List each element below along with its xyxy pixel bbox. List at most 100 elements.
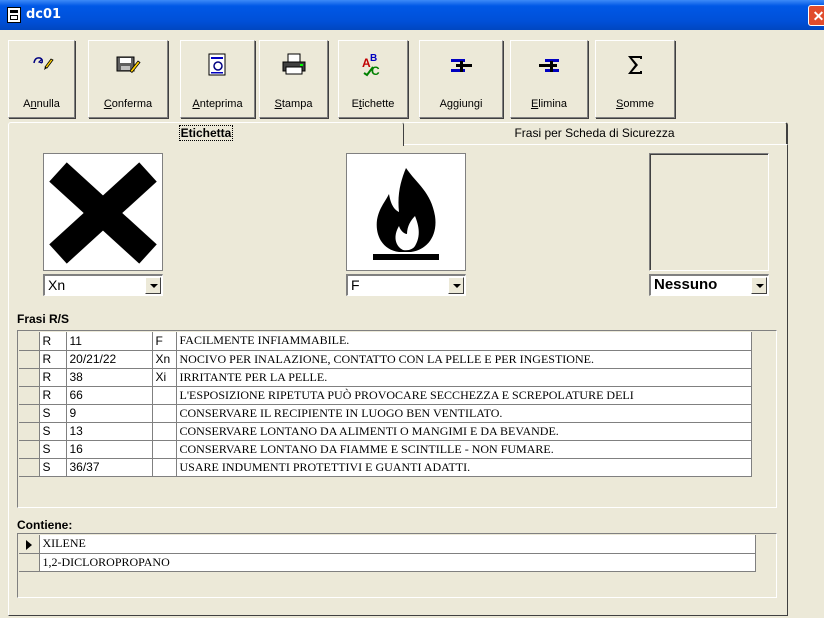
elimina-label: Elimina <box>530 98 568 110</box>
symbol-select-1-value: Xn <box>48 277 66 293</box>
phrase-type-cell[interactable]: S <box>39 404 67 423</box>
close-button[interactable]: ✕ <box>808 5 824 26</box>
phrase-number-cell[interactable]: 11 <box>66 332 153 351</box>
phrase-symbol-cell[interactable] <box>152 404 177 423</box>
frasi-rs-label: Frasi R/S <box>17 312 70 326</box>
svg-text:B: B <box>370 53 377 64</box>
undo-icon <box>32 57 54 70</box>
table-row[interactable]: S 16 CONSERVARE LONTANO DA FIAMME E SCINTI… <box>19 440 752 459</box>
table-row[interactable]: S 13 CONSERVARE LONTANO DA ALIMENTI O MANG… <box>19 422 752 441</box>
symbol-image-3 <box>649 153 769 271</box>
phrase-symbol-cell[interactable] <box>152 458 177 477</box>
harmful-x-icon <box>49 162 157 264</box>
etichette-label: Etichette <box>351 98 395 110</box>
anteprima-label: Anteprima <box>192 98 243 110</box>
phrase-number-cell[interactable]: 16 <box>66 440 153 459</box>
add-icon <box>451 59 472 72</box>
chevron-down-icon[interactable] <box>448 277 464 294</box>
row-selector[interactable] <box>19 422 40 441</box>
row-selector[interactable] <box>19 350 40 369</box>
phrase-number-cell[interactable]: 9 <box>66 404 153 423</box>
substance-name-cell[interactable]: 1,2-DICLOROPROPANO <box>39 553 756 572</box>
conferma-button[interactable]: Conferma <box>88 40 168 118</box>
tab-etichetta[interactable]: Etichetta <box>8 122 404 146</box>
phrase-type-cell[interactable]: R <box>39 386 67 405</box>
phrase-type-cell[interactable]: S <box>39 458 67 477</box>
phrase-symbol-cell[interactable] <box>152 440 177 459</box>
phrase-symbol-cell[interactable] <box>152 422 177 441</box>
symbol-select-1[interactable]: Xn <box>43 274 163 296</box>
phrase-text-cell[interactable]: CONSERVARE IL RECIPIENTE IN LUOGO BEN VE… <box>176 404 752 423</box>
table-row[interactable]: R 38 Xi IRRITANTE PER LA PELLE. <box>19 368 752 387</box>
phrase-type-cell[interactable]: S <box>39 422 67 441</box>
anteprima-button[interactable]: Anteprima <box>180 40 255 118</box>
row-selector[interactable] <box>19 404 40 423</box>
row-selector[interactable] <box>19 386 40 405</box>
phrases-table: R 11 F FACILMENTE INFIAMMABILE. R 20/21/22 Xn N… <box>19 332 752 477</box>
phrase-type-cell[interactable]: R <box>39 368 67 387</box>
phrase-number-cell[interactable]: 13 <box>66 422 153 441</box>
phrase-text-cell[interactable]: FACILMENTE INFIAMMABILE. <box>176 332 752 351</box>
stampa-label: Stampa <box>274 98 313 110</box>
table-row[interactable]: R 11 F FACILMENTE INFIAMMABILE. <box>19 332 752 351</box>
phrase-number-cell[interactable]: 66 <box>66 386 153 405</box>
contains-table: XILENE 1,2-DICLOROPROPANO <box>19 535 756 572</box>
preview-icon <box>208 53 225 76</box>
etichette-button[interactable]: A B C Etichette <box>338 40 408 118</box>
tab-control: Frasi per Scheda di Sicurezza Etichetta … <box>8 122 788 616</box>
phrase-symbol-cell[interactable]: Xi <box>152 368 177 387</box>
stampa-button[interactable]: Stampa <box>259 40 328 118</box>
phrase-type-cell[interactable]: R <box>39 350 67 369</box>
phrase-number-cell[interactable]: 36/37 <box>66 458 153 477</box>
phrase-text-cell[interactable]: CONSERVARE LONTANO DA FIAMME E SCINTILLE… <box>176 440 752 459</box>
table-row[interactable]: R 66 L'ESPOSIZIONE RIPETUTA PUÒ PROVOCARE … <box>19 386 752 405</box>
symbol-select-2[interactable]: F <box>346 274 466 296</box>
row-selector[interactable] <box>19 553 40 572</box>
confirm-icon <box>116 56 141 74</box>
remove-icon <box>539 59 559 72</box>
svg-text:C: C <box>371 64 380 77</box>
phrase-symbol-cell[interactable]: Xn <box>152 350 177 369</box>
title-bar: dc01 ✕ <box>0 0 824 30</box>
chevron-down-icon[interactable] <box>145 277 161 294</box>
list-item[interactable]: XILENE <box>19 535 756 554</box>
contiene-label: Contiene: <box>17 518 73 532</box>
chevron-down-icon[interactable] <box>751 277 767 294</box>
phrase-number-cell[interactable]: 38 <box>66 368 153 387</box>
tab-frasi-scheda-sicurezza[interactable]: Frasi per Scheda di Sicurezza <box>402 122 788 144</box>
phrase-text-cell[interactable]: CONSERVARE LONTANO DA ALIMENTI O MANGIMI… <box>176 422 752 441</box>
elimina-button[interactable]: Elimina <box>510 40 588 118</box>
row-selector[interactable] <box>19 440 40 459</box>
annulla-button[interactable]: Annulla <box>8 40 75 118</box>
phrase-text-cell[interactable]: IRRITANTE PER LA PELLE. <box>176 368 752 387</box>
row-selector[interactable] <box>19 458 40 477</box>
list-item[interactable]: 1,2-DICLOROPROPANO <box>19 553 756 572</box>
phrases-grid[interactable]: R 11 F FACILMENTE INFIAMMABILE. R 20/21/22 Xn N… <box>17 330 777 508</box>
row-selector[interactable] <box>19 332 40 351</box>
window-title: dc01 <box>26 7 62 22</box>
phrase-text-cell[interactable]: USARE INDUMENTI PROTETTIVI E GUANTI ADAT… <box>176 458 752 477</box>
table-row[interactable]: R 20/21/22 Xn NOCIVO PER INALAZIONE, CONTAT… <box>19 350 752 369</box>
phrase-number-cell[interactable]: 20/21/22 <box>66 350 153 369</box>
phrase-symbol-cell[interactable]: F <box>152 332 177 351</box>
table-row[interactable]: S 9 CONSERVARE IL RECIPIENTE IN LUOGO BEN … <box>19 404 752 423</box>
somme-button[interactable]: Somme <box>595 40 675 118</box>
app-icon <box>7 7 21 23</box>
phrase-type-cell[interactable]: R <box>39 332 67 351</box>
annulla-label: Annulla <box>23 98 60 110</box>
flame-icon <box>373 168 439 260</box>
phrase-text-cell[interactable]: L'ESPOSIZIONE RIPETUTA PUÒ PROVOCARE SEC… <box>176 386 752 405</box>
substance-name-cell[interactable]: XILENE <box>39 535 756 554</box>
phrase-text-cell[interactable]: NOCIVO PER INALAZIONE, CONTATTO CON LA P… <box>176 350 752 369</box>
phrase-symbol-cell[interactable] <box>152 386 177 405</box>
symbol-select-3[interactable]: Nessuno <box>649 274 769 296</box>
table-row[interactable]: S 36/37 USARE INDUMENTI PROTETTIVI E GUANT… <box>19 458 752 477</box>
tab-panel-etichetta: Xn F Nessuno Frasi R/S R 11 F FACILMENTE IN… <box>8 144 788 616</box>
contains-grid[interactable]: XILENE 1,2-DICLOROPROPANO <box>17 533 777 598</box>
somme-label: Somme <box>616 98 654 110</box>
conferma-label: Conferma <box>103 98 153 110</box>
row-selector[interactable] <box>19 535 40 554</box>
row-selector[interactable] <box>19 368 40 387</box>
phrase-type-cell[interactable]: S <box>39 440 67 459</box>
aggiungi-button[interactable]: Aggiungi <box>419 40 503 118</box>
